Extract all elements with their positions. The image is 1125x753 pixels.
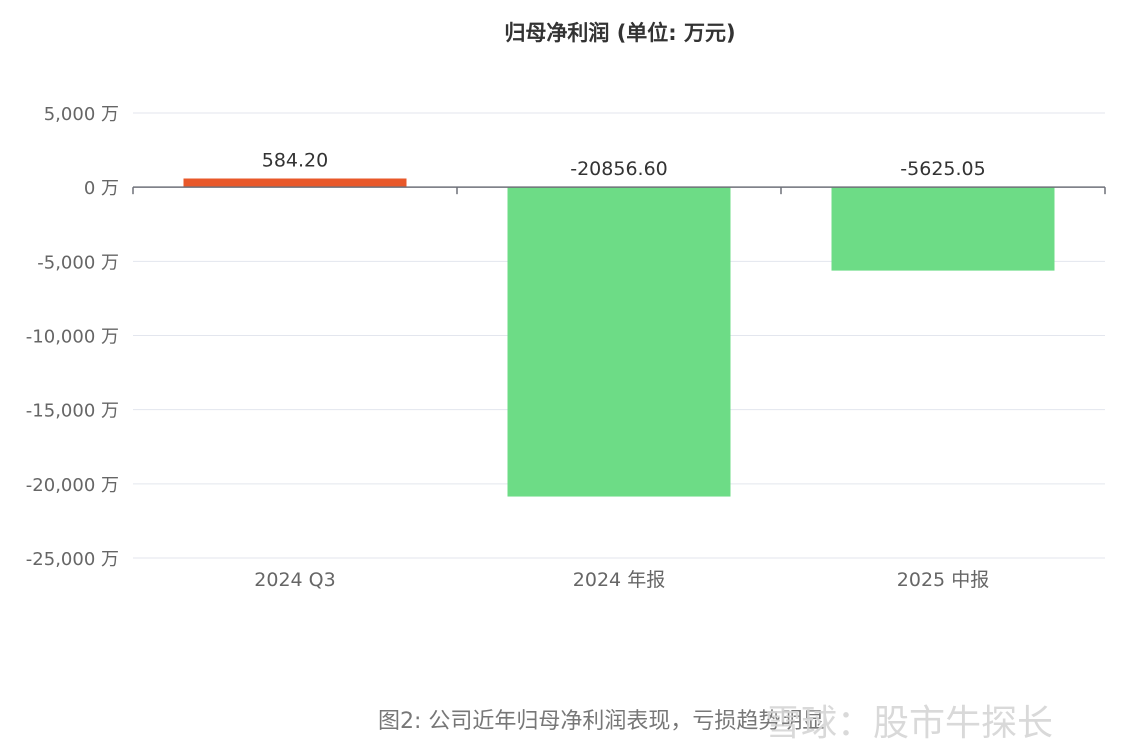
y-tick-label: 5,000 万 bbox=[44, 104, 119, 125]
bar bbox=[831, 187, 1055, 271]
x-tick-label: 2024 年报 bbox=[573, 569, 665, 591]
data-label: 584.20 bbox=[262, 150, 328, 172]
chart-page: 归母净利润 (单位: 万元) 5,000 万 0 万 -5,000 万 -10,000 … bbox=[0, 0, 1125, 753]
bar bbox=[183, 178, 407, 188]
chart-title: 归母净利润 (单位: 万元) bbox=[504, 21, 735, 45]
y-tick-label: 0 万 bbox=[84, 178, 119, 199]
bar bbox=[507, 187, 731, 497]
y-tick-label: -5,000 万 bbox=[37, 252, 119, 273]
bar-chart: 归母净利润 (单位: 万元) 5,000 万 0 万 -5,000 万 -10,000 … bbox=[26, 21, 1106, 591]
y-tick-label: -10,000 万 bbox=[26, 327, 119, 348]
data-label: -5625.05 bbox=[900, 158, 985, 180]
x-tick-label: 2024 Q3 bbox=[254, 569, 335, 591]
watermark: 雪球：股市牛探长 bbox=[765, 703, 1054, 744]
y-tick-label: -15,000 万 bbox=[26, 401, 119, 422]
x-tick-label: 2025 中报 bbox=[897, 569, 989, 591]
y-tick-label: -25,000 万 bbox=[26, 549, 119, 570]
data-label: -20856.60 bbox=[570, 158, 668, 180]
figure-caption: 图2: 公司近年归母净利润表现，亏损趋势明显 bbox=[378, 709, 825, 734]
y-tick-label: -20,000 万 bbox=[26, 475, 119, 496]
